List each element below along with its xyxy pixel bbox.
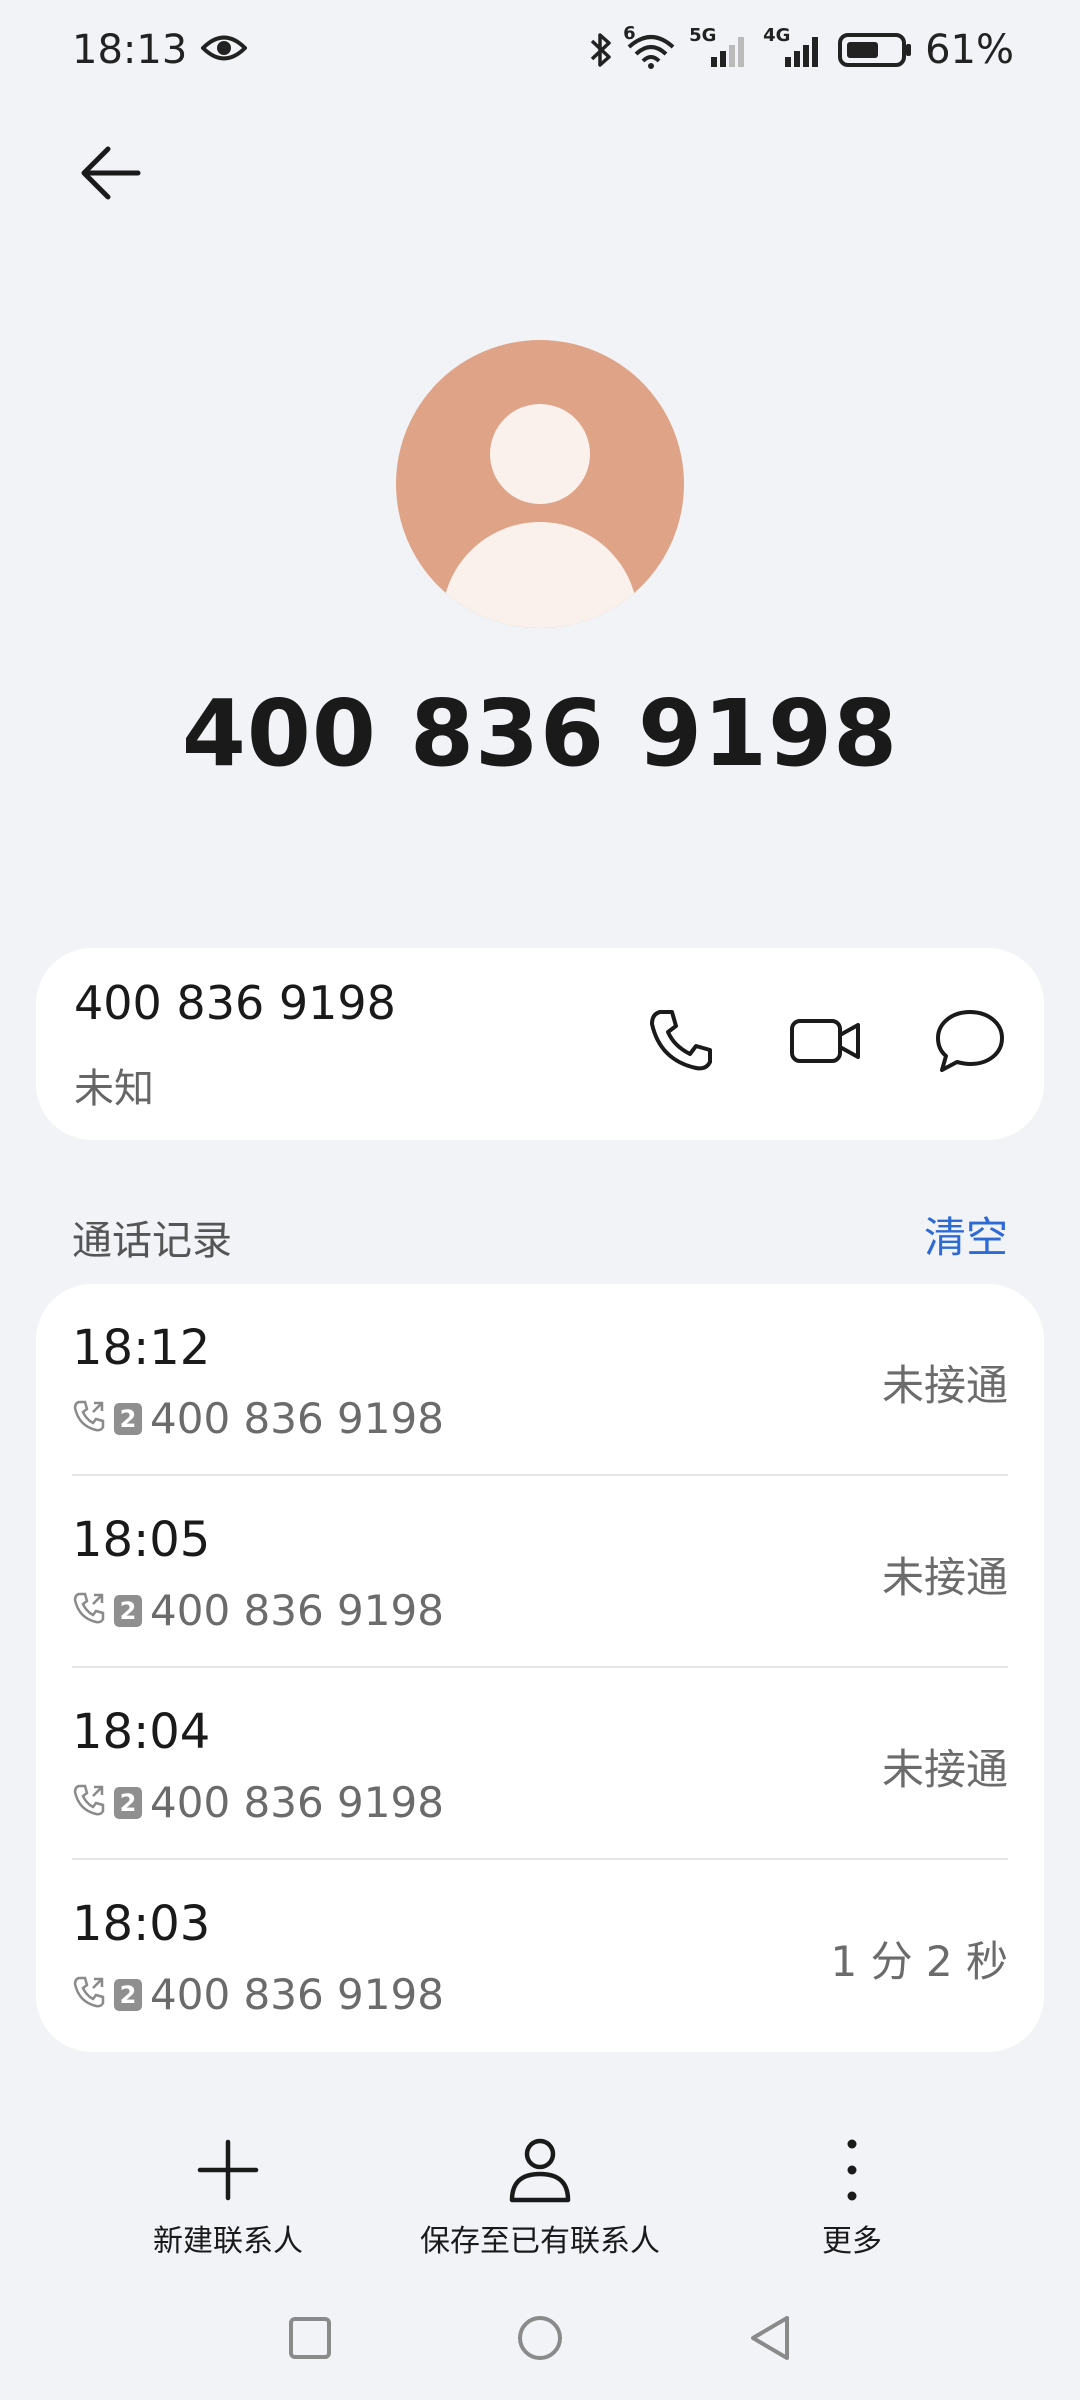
contact-detail-screen: 18:13 6 5G 4G 61% 400 836 9198 400 836 9… xyxy=(0,0,1080,2400)
call-log-list: 18:12 2 400 836 9198 未接通 18:05 2 400 836… xyxy=(36,1284,1044,2052)
outgoing-call-icon xyxy=(72,1778,106,1827)
recents-button[interactable] xyxy=(280,2310,340,2370)
outgoing-call-icon xyxy=(72,1394,106,1443)
signal-4g-icon: 4G xyxy=(763,25,825,69)
battery-icon xyxy=(837,31,913,69)
more-vertical-icon xyxy=(812,2130,892,2210)
more-label: 更多 xyxy=(822,2224,882,2259)
save-to-existing-contact-label: 保存至已有联系人 xyxy=(420,2224,660,2259)
sim-badge: 2 xyxy=(114,1978,142,2011)
avatar[interactable] xyxy=(396,340,684,628)
sim-badge: 2 xyxy=(114,1402,142,1435)
call-detail: 2 400 836 9198 xyxy=(72,1778,444,1827)
outgoing-call-icon xyxy=(72,1586,106,1635)
person-icon xyxy=(500,2130,580,2210)
call-duration: 1 分 2 秒 xyxy=(830,1937,1009,1986)
network-label-1: 5G xyxy=(689,25,717,46)
phone-icon xyxy=(646,1006,716,1080)
avatar-head-shape xyxy=(490,404,590,504)
status-bar: 18:13 6 5G 4G 61% xyxy=(0,0,1080,100)
call-time: 18:12 xyxy=(72,1320,211,1376)
call-time: 18:03 xyxy=(72,1896,211,1952)
call-number: 400 836 9198 xyxy=(150,1394,444,1443)
call-time: 18:05 xyxy=(72,1512,211,1568)
call-log-row[interactable]: 18:05 2 400 836 9198 未接通 xyxy=(72,1476,1008,1668)
call-log-row[interactable]: 18:03 2 400 836 9198 1 分 2 秒 xyxy=(72,1860,1008,2052)
call-button[interactable] xyxy=(636,998,726,1088)
clear-call-log-button[interactable]: 清空 xyxy=(924,1204,1008,1265)
eye-icon xyxy=(200,27,249,73)
call-log-row[interactable]: 18:04 2 400 836 9198 未接通 xyxy=(72,1668,1008,1860)
sim-badge: 2 xyxy=(114,1594,142,1627)
recents-square-icon xyxy=(287,2315,333,2365)
more-button[interactable]: 更多 xyxy=(752,2130,952,2270)
network-label-2: 4G xyxy=(763,25,791,46)
call-detail: 2 400 836 9198 xyxy=(72,1970,444,2019)
plus-icon xyxy=(188,2130,268,2210)
new-contact-label: 新建联系人 xyxy=(153,2224,303,2259)
call-status: 未接通 xyxy=(881,1553,1008,1602)
save-to-existing-contact-button[interactable]: 保存至已有联系人 xyxy=(400,2130,680,2270)
page-title-number: 400 836 9198 xyxy=(181,680,899,787)
call-number: 400 836 9198 xyxy=(150,1778,444,1827)
new-contact-button[interactable]: 新建联系人 xyxy=(128,2130,328,2270)
video-call-button[interactable] xyxy=(781,998,871,1088)
call-status: 未接通 xyxy=(881,1361,1008,1410)
wifi-icon: 6 xyxy=(623,23,677,69)
contact-location-label: 未知 xyxy=(74,1066,154,1112)
signal-5g-icon: 5G xyxy=(689,25,751,69)
system-back-button[interactable] xyxy=(740,2310,800,2370)
back-button[interactable] xyxy=(70,135,150,215)
arrow-left-icon xyxy=(78,143,142,207)
contact-number: 400 836 9198 xyxy=(74,976,396,1030)
home-button[interactable] xyxy=(510,2310,570,2370)
call-detail: 2 400 836 9198 xyxy=(72,1394,444,1443)
call-log-title: 通话记录 xyxy=(72,1218,232,1264)
wifi-badge: 6 xyxy=(623,23,636,44)
contact-info-card: 400 836 9198 未知 xyxy=(36,948,1044,1140)
message-icon xyxy=(934,1006,1006,1080)
call-time: 18:04 xyxy=(72,1704,211,1760)
video-call-icon xyxy=(788,1013,864,1073)
call-number: 400 836 9198 xyxy=(150,1970,444,2019)
avatar-body-shape xyxy=(442,522,638,628)
call-log-row[interactable]: 18:12 2 400 836 9198 未接通 xyxy=(72,1284,1008,1476)
call-status: 未接通 xyxy=(881,1745,1008,1794)
battery-percent: 61% xyxy=(925,27,1014,73)
status-time: 18:13 xyxy=(72,27,188,73)
system-nav-bar xyxy=(0,2300,1080,2380)
bluetooth-icon xyxy=(589,31,613,69)
message-button[interactable] xyxy=(925,998,1015,1088)
back-triangle-icon xyxy=(747,2313,793,2367)
call-number: 400 836 9198 xyxy=(150,1586,444,1635)
home-circle-icon xyxy=(515,2313,565,2367)
call-detail: 2 400 836 9198 xyxy=(72,1586,444,1635)
outgoing-call-icon xyxy=(72,1970,106,2019)
sim-badge: 2 xyxy=(114,1786,142,1819)
